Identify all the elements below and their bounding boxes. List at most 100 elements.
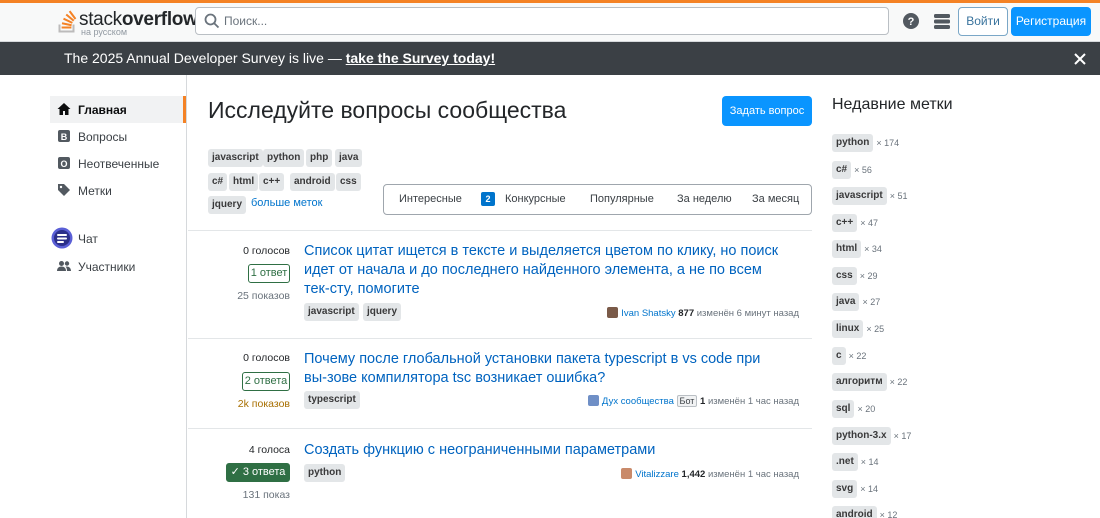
user-link[interactable]: Vitalizzare <box>635 469 679 480</box>
answer-count: 1 ответ <box>248 264 290 283</box>
sidebar-item-label: Участники <box>78 260 136 274</box>
activity-time: изменён 1 час назад <box>707 396 799 407</box>
page-title: Исследуйте вопросы сообщества <box>208 97 567 123</box>
question-tag[interactable]: typescript <box>304 391 360 409</box>
tag-count: × 27 <box>862 297 881 307</box>
banner-text: The 2025 Annual Developer Survey is live… <box>64 50 496 66</box>
view-count: 2k показов <box>237 398 290 410</box>
tab-week[interactable]: За неделю <box>677 193 732 205</box>
tag-count: × 25 <box>866 324 885 334</box>
user-link[interactable]: Ivan Shatsky <box>621 308 675 319</box>
question-user-info: Дух сообщества Бот 1 изменён 1 час назад <box>587 395 799 407</box>
recent-tag[interactable]: sql <box>832 400 855 418</box>
avatar <box>607 307 619 318</box>
filter-tag[interactable]: javascript <box>208 149 263 167</box>
view-count: 25 показов <box>237 290 290 302</box>
recent-tag[interactable]: java <box>832 293 860 311</box>
filter-tag[interactable]: php <box>306 149 333 167</box>
top-bar: stackoverflow на русском ? Войти Регистр… <box>0 0 1100 42</box>
filter-tag[interactable]: java <box>335 149 363 167</box>
filter-tag[interactable]: android <box>290 173 335 191</box>
svg-text:O: O <box>60 159 67 169</box>
question-title-link[interactable]: Список цитат ищется в тексте и выделяетс… <box>304 242 784 299</box>
recent-tag[interactable]: c <box>832 347 846 365</box>
tag-icon <box>58 184 70 196</box>
reputation: 1 <box>700 396 706 407</box>
tag-count: × 22 <box>889 377 908 387</box>
search-box[interactable] <box>195 7 889 35</box>
sidebar-item-unanswered[interactable]: O Неотвеченные <box>50 150 186 177</box>
logo-subtitle: на русском <box>81 27 128 37</box>
question-user-info: Ivan Shatsky 877 изменён 6 минут назад <box>607 307 799 319</box>
recent-tag[interactable]: c# <box>832 161 852 179</box>
sidebar-item-home[interactable]: Главная <box>50 96 186 123</box>
site-switcher-icon[interactable] <box>933 12 951 30</box>
tab-hot[interactable]: Популярные <box>590 193 654 205</box>
filter-tag[interactable]: c++ <box>259 173 285 191</box>
reputation: 877 <box>678 308 695 319</box>
recent-tag[interactable]: python-3.x <box>832 427 891 445</box>
recent-tag[interactable]: python <box>832 134 874 152</box>
vote-count: 0 голосов <box>243 245 290 257</box>
filter-tag[interactable]: html <box>229 173 259 191</box>
recent-tags-title: Недавние метки <box>832 96 953 113</box>
recent-tag[interactable]: c++ <box>832 214 858 232</box>
filter-tag[interactable]: css <box>336 173 361 191</box>
recent-tag[interactable]: алгоритм <box>832 373 887 391</box>
filter-tag[interactable]: jquery <box>208 196 247 214</box>
filter-tag[interactable]: python <box>263 149 305 167</box>
recent-tag[interactable]: svg <box>832 480 858 498</box>
tag-count: × 56 <box>854 165 872 175</box>
register-button[interactable]: Регистрация <box>1011 7 1091 36</box>
tab-bounties[interactable]: Конкурсные <box>505 193 566 205</box>
users-icon <box>57 261 71 271</box>
chat-icon <box>51 227 73 249</box>
recent-tag[interactable]: javascript <box>832 187 887 205</box>
survey-banner: The 2025 Annual Developer Survey is live… <box>0 42 1100 75</box>
divider <box>188 338 812 339</box>
home-icon <box>57 103 71 115</box>
recent-tag[interactable]: .net <box>832 453 858 471</box>
divider <box>188 428 812 429</box>
tab-interesting[interactable]: Интересные <box>399 193 462 205</box>
tag-count: × 22 <box>848 351 867 361</box>
more-tags-link[interactable]: больше меток <box>251 197 322 209</box>
recent-tag[interactable]: android <box>832 506 877 518</box>
tab-month[interactable]: За месяц <box>752 193 799 205</box>
question-title-link[interactable]: Создать функцию с неограниченными параме… <box>304 441 784 460</box>
sidebar-item-users[interactable]: Участники <box>50 253 186 280</box>
ask-question-button[interactable]: Задать вопрос <box>722 96 812 126</box>
recent-tag[interactable]: html <box>832 240 862 258</box>
question-tag[interactable]: javascript <box>304 303 359 321</box>
search-input[interactable] <box>224 11 864 31</box>
close-icon[interactable] <box>1072 51 1088 67</box>
recent-tag-row: алгоритм × 22 <box>832 373 907 393</box>
user-link[interactable]: Дух сообщества <box>602 396 674 407</box>
question-title-link[interactable]: Почему после глобальной установки пакета… <box>304 350 784 388</box>
question-tag[interactable]: jquery <box>363 303 402 321</box>
stackoverflow-logo-icon <box>58 10 77 33</box>
help-icon[interactable]: ? <box>902 12 920 30</box>
answer-count: 2 ответа <box>242 372 290 391</box>
recent-tag[interactable]: css <box>832 267 857 285</box>
sidebar-item-chat[interactable]: Чат <box>50 225 186 252</box>
survey-link[interactable]: take the Survey today! <box>346 50 495 66</box>
view-count: 131 показ <box>242 489 290 501</box>
svg-text:?: ? <box>908 16 915 28</box>
login-button[interactable]: Войти <box>958 7 1008 36</box>
question-tag[interactable]: python <box>304 464 346 482</box>
site-logo[interactable]: stackoverflow на русском <box>57 5 198 39</box>
recent-tag-row: java × 27 <box>832 293 880 313</box>
recent-tag-row: python × 174 <box>832 134 899 154</box>
sidebar-item-label: Метки <box>78 184 112 198</box>
bounty-count-badge: 2 <box>481 192 495 206</box>
question-user-info: Vitalizzare 1,442 изменён 1 час назад <box>621 468 799 480</box>
vote-count: 0 голосов <box>243 352 290 364</box>
filter-tag[interactable]: c# <box>208 173 228 191</box>
avatar <box>587 395 599 406</box>
sidebar-item-questions[interactable]: B Вопросы <box>50 123 186 150</box>
recent-tag[interactable]: linux <box>832 320 864 338</box>
recent-tag-row: linux × 25 <box>832 320 884 340</box>
tag-count: × 14 <box>860 457 879 467</box>
sidebar-item-tags[interactable]: Метки <box>50 177 186 204</box>
